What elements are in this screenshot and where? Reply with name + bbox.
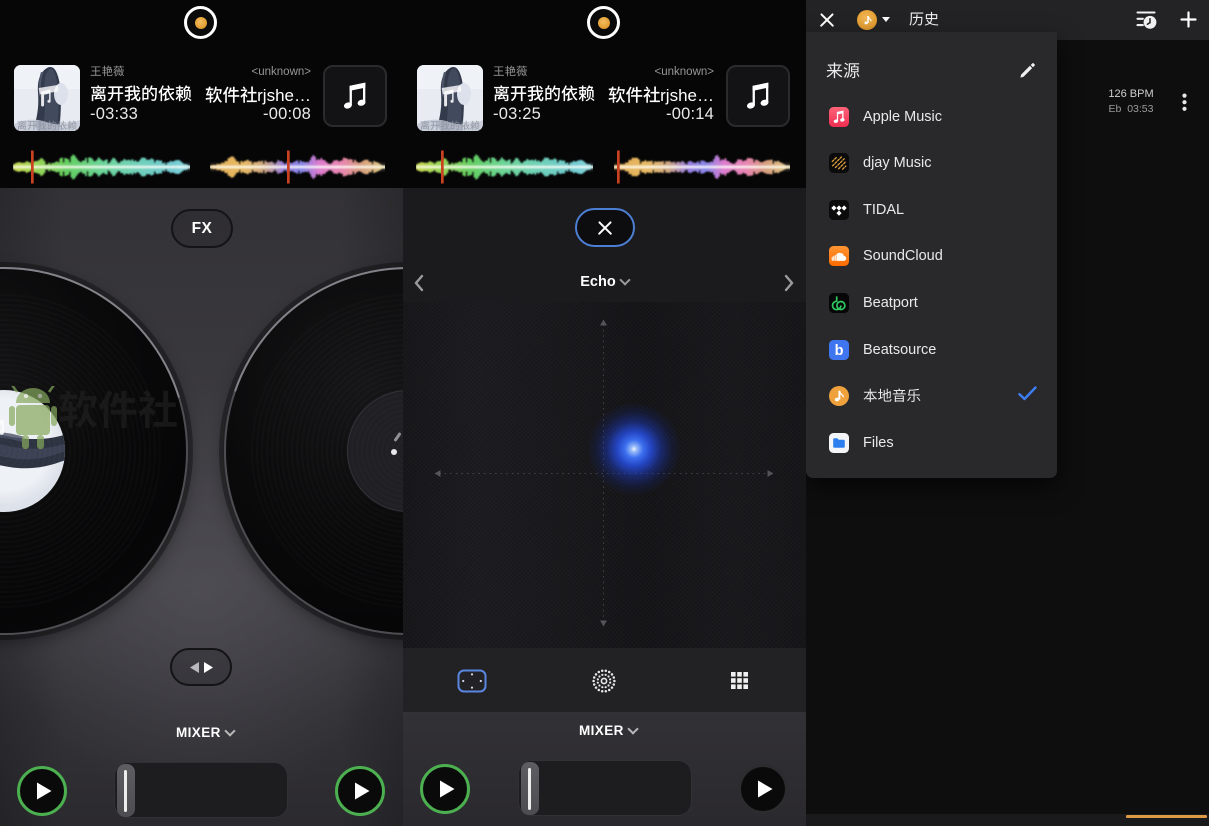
svg-text:b: b bbox=[835, 343, 844, 359]
